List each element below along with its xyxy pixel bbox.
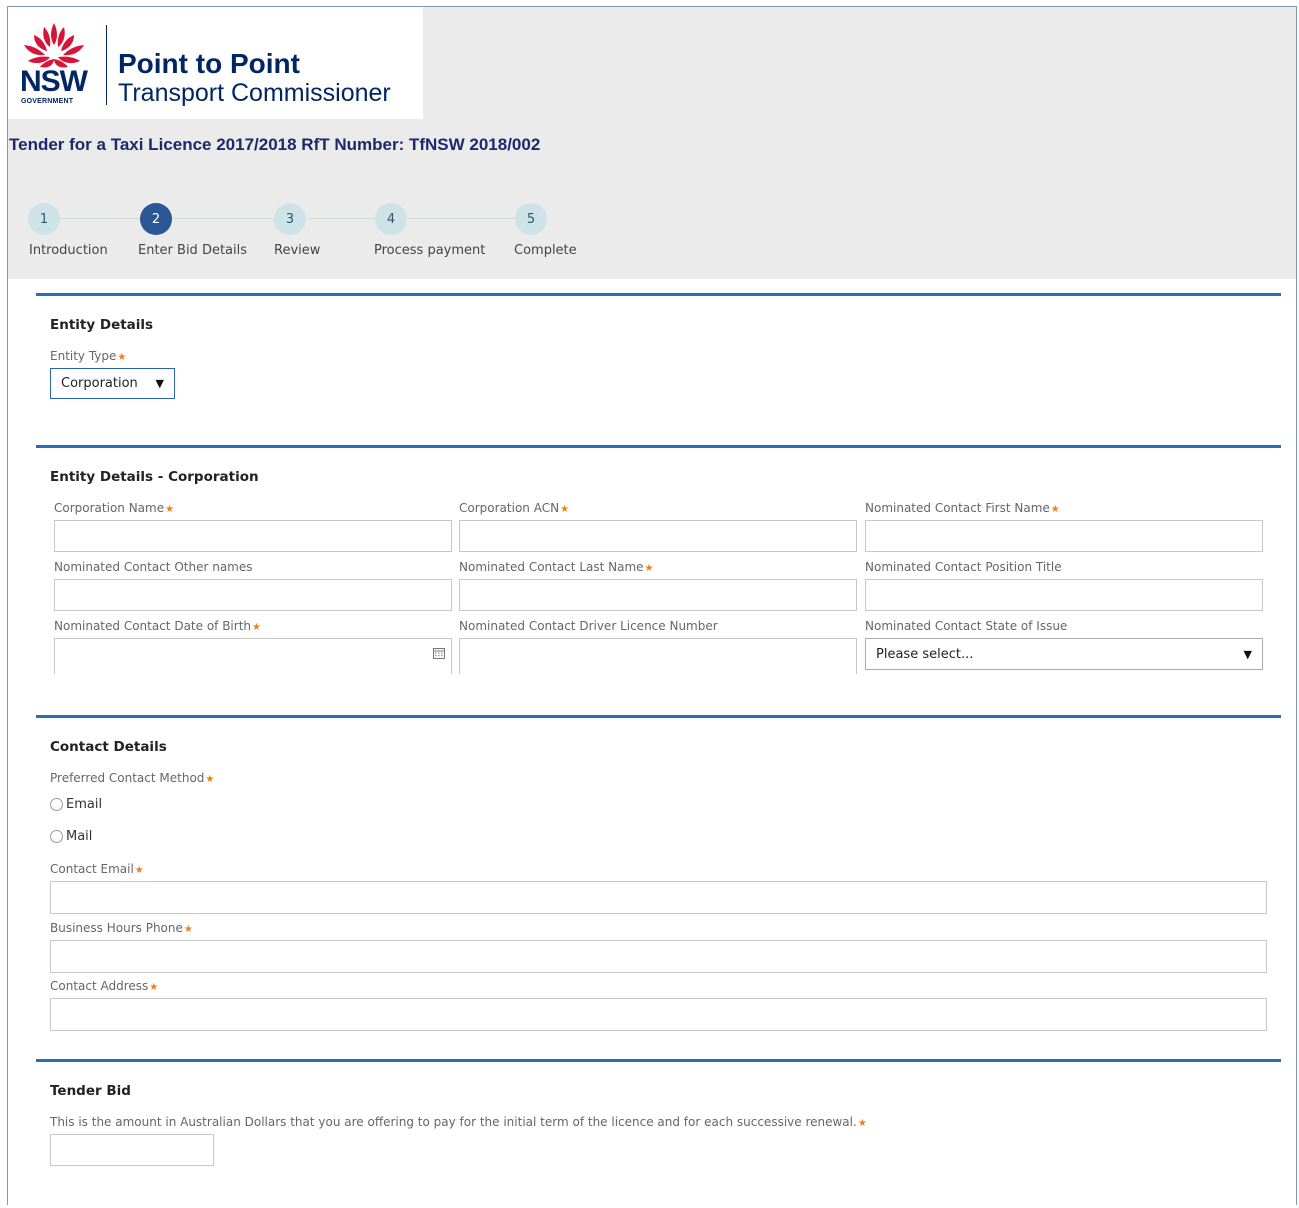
entity-details-section: Entity Details Entity Type★ Corporation … (36, 293, 1281, 446)
contact-state-label: Nominated Contact State of Issue (865, 619, 1068, 633)
step-2-indicator[interactable]: 2 (140, 203, 172, 235)
contact-address-label: Contact Address★ (50, 979, 159, 993)
calendar-icon[interactable] (433, 648, 445, 659)
radio-button[interactable] (50, 798, 63, 811)
contact-licence-label: Nominated Contact Driver Licence Number (459, 619, 718, 633)
step-2-label[interactable]: Enter Bid Details (138, 243, 247, 258)
corporation-section-title: Entity Details - Corporation (50, 469, 259, 485)
radio-label-email: Email (66, 797, 103, 812)
page-frame: NSW GOVERNMENT Point to Point Transport … (7, 6, 1297, 1205)
org-name-line1: Point to Point (118, 48, 300, 79)
tender-amount-label: This is the amount in Australian Dollars… (50, 1115, 867, 1129)
step-3-indicator[interactable]: 3 (274, 203, 306, 235)
progress-steps: 1 Introduction 2 Enter Bid Details 3 Rev… (8, 203, 708, 273)
corporation-name-label: Corporation Name★ (54, 501, 175, 515)
step-5-indicator[interactable]: 5 (515, 203, 547, 235)
step-connector (308, 218, 376, 219)
required-marker: ★ (149, 982, 159, 993)
contact-method-mail-option[interactable]: Mail (50, 829, 92, 844)
dropdown-arrow-icon: ▼ (155, 377, 164, 390)
contact-details-section: Contact Details Preferred Contact Method… (36, 715, 1281, 1058)
corporation-name-input[interactable] (54, 520, 452, 552)
corporation-section: Entity Details - Corporation Corporation… (36, 445, 1281, 718)
contact-details-title: Contact Details (50, 739, 167, 755)
required-marker: ★ (134, 865, 144, 876)
corporation-acn-label: Corporation ACN★ (459, 501, 570, 515)
required-marker: ★ (183, 924, 193, 935)
step-connector (173, 218, 273, 219)
required-marker: ★ (644, 563, 654, 574)
business-phone-label: Business Hours Phone★ (50, 921, 193, 935)
nsw-logo: NSW GOVERNMENT Point to Point Transport … (8, 7, 423, 119)
required-marker: ★ (252, 622, 261, 633)
step-connector (60, 218, 140, 219)
government-wordmark: GOVERNMENT (21, 98, 74, 105)
entity-type-label: Entity Type★ (50, 349, 127, 363)
required-marker: ★ (560, 504, 570, 515)
waratah-icon (24, 23, 84, 68)
contact-other-names-input[interactable] (54, 579, 452, 611)
business-phone-input[interactable] (50, 940, 1267, 973)
tender-amount-input[interactable] (50, 1134, 214, 1166)
step-5-label[interactable]: Complete (514, 243, 577, 258)
org-name-line2: Transport Commissioner (118, 79, 391, 107)
contact-position-input[interactable] (865, 579, 1263, 611)
required-marker: ★ (857, 1118, 867, 1129)
contact-last-name-input[interactable] (459, 579, 857, 611)
step-4-label[interactable]: Process payment (374, 243, 485, 258)
logo-divider (106, 25, 107, 105)
contact-address-input[interactable] (50, 998, 1267, 1031)
contact-licence-input[interactable] (459, 638, 857, 674)
step-3-label[interactable]: Review (274, 243, 320, 258)
contact-email-label: Contact Email★ (50, 862, 144, 876)
corporation-acn-input[interactable] (459, 520, 857, 552)
required-marker: ★ (1050, 504, 1060, 515)
contact-method-email-option[interactable]: Email (50, 797, 102, 812)
header-band: NSW GOVERNMENT Point to Point Transport … (8, 7, 1296, 279)
required-marker: ★ (165, 504, 175, 515)
contact-position-label: Nominated Contact Position Title (865, 560, 1062, 574)
step-1-indicator[interactable]: 1 (28, 203, 60, 235)
contact-dob-label: Nominated Contact Date of Birth★ (54, 619, 261, 633)
contact-last-name-label: Nominated Contact Last Name★ (459, 560, 654, 574)
contact-method-label: Preferred Contact Method★ (50, 771, 215, 785)
contact-state-value: Please select... (876, 646, 974, 662)
contact-first-name-input[interactable] (865, 520, 1263, 552)
contact-first-name-label: Nominated Contact First Name★ (865, 501, 1060, 515)
contact-email-input[interactable] (50, 881, 1267, 914)
required-marker: ★ (205, 774, 215, 785)
tender-bid-section: Tender Bid This is the amount in Austral… (36, 1059, 1281, 1208)
nsw-wordmark: NSW (20, 65, 88, 98)
entity-type-value: Corporation (61, 376, 138, 391)
required-marker: ★ (117, 352, 127, 363)
contact-other-names-label: Nominated Contact Other names (54, 560, 253, 574)
step-1-label[interactable]: Introduction (29, 243, 108, 258)
step-4-indicator[interactable]: 4 (375, 203, 407, 235)
entity-details-title: Entity Details (50, 317, 154, 333)
page-title: Tender for a Taxi Licence 2017/2018 RfT … (9, 135, 541, 154)
step-connector (408, 218, 516, 219)
dropdown-arrow-icon: ▼ (1243, 647, 1252, 661)
contact-state-select[interactable]: Please select... ▼ (865, 638, 1263, 670)
radio-label-mail: Mail (66, 829, 93, 844)
radio-button[interactable] (50, 830, 63, 843)
tender-bid-title: Tender Bid (50, 1083, 131, 1099)
contact-dob-input[interactable] (54, 638, 452, 674)
entity-type-select[interactable]: Corporation ▼ (50, 368, 175, 399)
